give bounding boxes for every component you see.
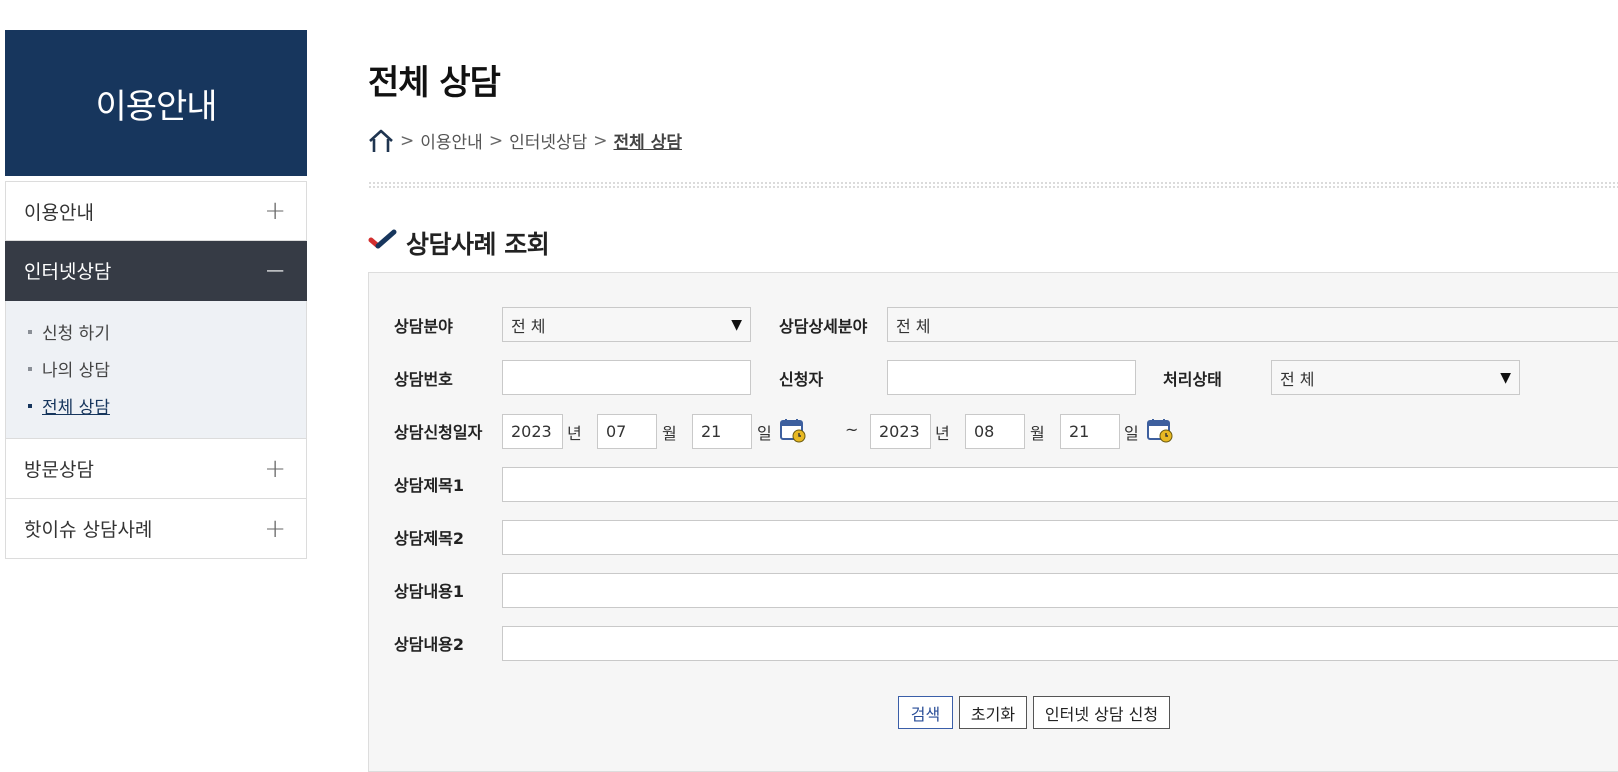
reset-button[interactable]: 초기화 [959,696,1027,729]
search-button[interactable]: 검색 [898,696,953,729]
field-select[interactable]: 전 체 ▼ [502,307,751,342]
consult-number-input[interactable] [502,360,751,395]
field-select-value: 전 체 [511,316,546,336]
sidebar-item-label: 방문상담 [24,459,94,481]
breadcrumb-separator: > [593,130,608,151]
unit-month: 월 [1030,424,1045,443]
calendar-icon[interactable] [1147,417,1173,443]
expand-icon: + [264,196,286,226]
to-year-input[interactable]: 2023 [870,414,931,449]
detail-select-value: 전 체 [896,316,931,336]
submenu-item-label: 신청 하기 [42,324,110,344]
submenu-item-my-consult[interactable]: 나의 상담 [28,350,306,387]
from-day-input[interactable]: 21 [692,414,752,449]
section-title: 상담사례 조회 [368,225,550,261]
number-label: 상담번호 [394,370,453,389]
sidebar-submenu: 신청 하기 나의 상담 전체 상담 [5,301,307,439]
content2-input[interactable] [502,626,1618,661]
sidebar-item-visit-consult[interactable]: 방문상담 + [5,439,307,499]
unit-month: 월 [662,424,677,443]
section-title-text: 상담사례 조회 [406,230,550,259]
bullet-icon [28,329,32,334]
to-day-input[interactable]: 21 [1060,414,1120,449]
date-label: 상담신청일자 [394,423,483,442]
sidebar-item-guide[interactable]: 이용안내 + [5,181,307,241]
title2-input[interactable] [502,520,1618,555]
title2-label: 상담제목2 [394,529,465,548]
page-title: 전체 상담 [368,63,501,103]
status-select-value: 전 체 [1280,369,1315,389]
chevron-down-icon: ▼ [1500,369,1511,386]
title1-input[interactable] [502,467,1618,502]
expand-icon: + [264,453,286,484]
submenu-item-all-consult[interactable]: 전체 상담 [28,387,306,424]
check-icon [368,228,398,258]
breadcrumb-item[interactable]: 이용안내 [420,128,483,153]
from-year-input[interactable]: 2023 [502,414,563,449]
home-icon[interactable] [368,129,394,153]
calendar-icon[interactable] [780,417,806,443]
search-form: 상담분야 전 체 ▼ 상담상세분야 전 체 상담번호 신청자 처리상태 전 체 … [368,272,1618,772]
status-select[interactable]: 전 체 ▼ [1271,360,1520,395]
applicant-label: 신청자 [779,370,824,389]
bullet-icon [28,366,32,371]
sidebar-item-label: 핫이슈 상담사례 [24,519,153,541]
submenu-item-label: 전체 상담 [42,398,110,418]
unit-day: 일 [1124,424,1139,443]
title1-label: 상담제목1 [394,476,465,495]
chevron-down-icon: ▼ [731,316,742,333]
unit-year: 년 [935,424,950,443]
breadcrumb-current[interactable]: 전체 상담 [614,128,682,153]
sidebar-item-label: 이용안내 [24,201,94,224]
content2-label: 상담내용2 [394,635,465,654]
unit-year: 년 [567,424,582,443]
applicant-input[interactable] [887,360,1136,395]
detail-select[interactable]: 전 체 [887,307,1618,342]
field-label: 상담분야 [394,317,453,336]
range-separator: ~ [845,420,859,439]
submenu-item-label: 나의 상담 [42,361,110,381]
expand-icon: + [264,513,286,544]
sidebar-item-hot-issue[interactable]: 핫이슈 상담사례 + [5,499,307,559]
sidebar-item-internet-consult[interactable]: 인터넷상담 − [5,241,307,301]
breadcrumb-separator: > [488,130,504,151]
divider [368,181,1618,189]
detail-label: 상담상세분야 [779,317,868,336]
breadcrumb-separator: > [400,130,415,151]
apply-consult-button[interactable]: 인터넷 상담 신청 [1033,696,1170,729]
breadcrumb: > 이용안내 > 인터넷상담 > 전체 상담 [368,128,682,153]
collapse-icon: − [264,255,286,286]
sidebar: 이용안내 이용안내 + 인터넷상담 − 신청 하기 나의 상담 전체 상담 방문… [5,30,307,559]
submenu-item-apply[interactable]: 신청 하기 [28,313,306,350]
breadcrumb-item[interactable]: 인터넷상담 [509,128,587,153]
bullet-icon [28,403,32,408]
content1-label: 상담내용1 [394,582,465,601]
content1-input[interactable] [502,573,1618,608]
from-month-input[interactable]: 07 [597,414,657,449]
to-month-input[interactable]: 08 [965,414,1025,449]
status-label: 처리상태 [1163,370,1222,389]
sidebar-item-label: 인터넷상담 [24,261,112,283]
sidebar-header: 이용안내 [5,30,307,176]
unit-day: 일 [757,424,772,443]
